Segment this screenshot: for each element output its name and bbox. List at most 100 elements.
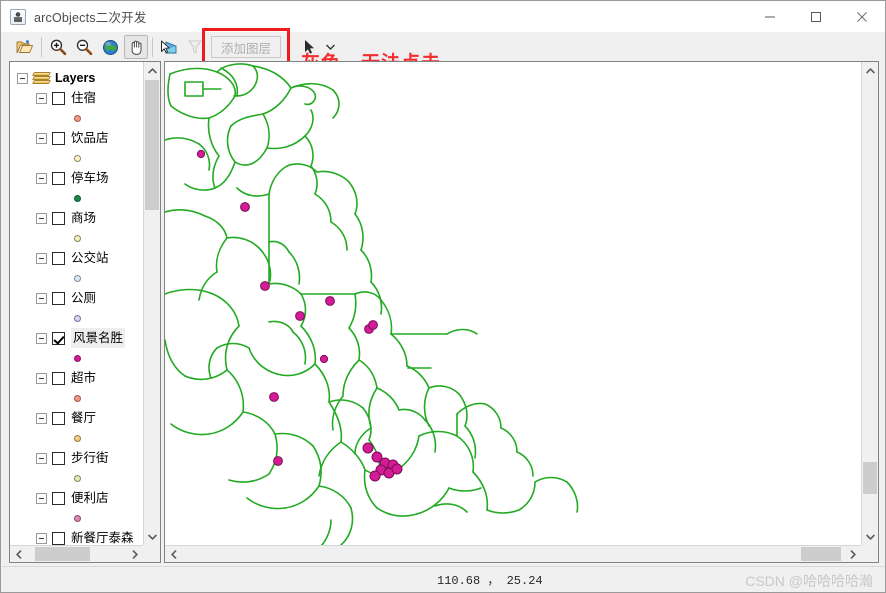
expander-icon[interactable] (36, 372, 47, 384)
window-title: arcObjects二次开发 (34, 11, 147, 25)
map-panel (164, 61, 879, 563)
layer-visibility-checkbox[interactable] (52, 211, 65, 225)
layer-visibility-checkbox[interactable] (52, 331, 65, 345)
toolbar-separator (152, 37, 153, 57)
layer-symbol-row (14, 308, 143, 328)
tree-node-layer[interactable]: 便利店 (14, 488, 143, 508)
tree-node-layer[interactable]: 餐厅 (14, 408, 143, 428)
map-vertical-scroll-thumb[interactable] (863, 462, 877, 494)
layer-symbol-swatch[interactable] (74, 434, 81, 442)
layer-visibility-checkbox[interactable] (52, 371, 65, 385)
expander-icon[interactable] (36, 532, 47, 544)
layer-symbol-swatch[interactable] (74, 114, 81, 122)
tree-node-layer[interactable]: 步行街 (14, 448, 143, 468)
close-button[interactable] (839, 1, 885, 32)
layer-symbol-row (14, 188, 143, 208)
layer-symbol-swatch[interactable] (74, 514, 81, 522)
layer-symbol-swatch[interactable] (74, 194, 81, 202)
map-scroll-right-button[interactable] (844, 546, 861, 563)
toc-vertical-scrollbar[interactable] (143, 62, 160, 545)
layer-symbol-row (14, 268, 143, 288)
expander-icon[interactable] (36, 492, 47, 504)
zoom-out-button[interactable] (72, 35, 96, 59)
layer-symbol-swatch[interactable] (74, 474, 81, 482)
layer-label: 新餐厅泰森 (71, 531, 134, 545)
layer-visibility-checkbox[interactable] (52, 531, 65, 545)
add-layer-container: 添加图层 (202, 28, 291, 66)
tree-node-layer[interactable]: 公厕 (14, 288, 143, 308)
select-features-button (183, 35, 207, 59)
window-controls (747, 1, 885, 32)
tree-node-layer[interactable]: 超市 (14, 368, 143, 388)
pan-button[interactable] (124, 35, 148, 59)
toc-horizontal-scrollbar[interactable] (10, 545, 143, 562)
toc-scrollbar-corner (143, 545, 160, 562)
toc-scroll-left-button[interactable] (10, 546, 27, 563)
layer-symbol-swatch[interactable] (74, 234, 81, 242)
layer-visibility-checkbox[interactable] (52, 491, 65, 505)
expander-icon[interactable] (36, 292, 47, 304)
toc-scroll-up-button[interactable] (144, 62, 161, 79)
csdn-watermark: CSDN @哈哈哈哈瀚 (745, 573, 873, 589)
expander-icon[interactable] (36, 212, 47, 224)
layer-symbol-swatch[interactable] (74, 274, 81, 282)
layer-visibility-checkbox[interactable] (52, 131, 65, 145)
layer-visibility-checkbox[interactable] (52, 411, 65, 425)
layer-symbol-swatch[interactable] (74, 354, 81, 362)
expander-icon[interactable] (36, 132, 47, 144)
toc-horizontal-scroll-thumb[interactable] (35, 547, 90, 561)
layer-label: 风景名胜 (71, 328, 126, 348)
tree-node-layer[interactable]: 公交站 (14, 248, 143, 268)
map-scroll-up-button[interactable] (862, 62, 879, 79)
expander-icon[interactable] (17, 72, 28, 84)
layer-visibility-checkbox[interactable] (52, 451, 65, 465)
tree-node-layer[interactable]: 饮品店 (14, 128, 143, 148)
layer-symbol-swatch[interactable] (74, 314, 81, 322)
tree-root-label: Layers (55, 71, 96, 85)
layer-label: 饮品店 (71, 131, 109, 145)
layer-tree: Layers 住宿饮品店停车场商场公交站公厕风景名胜超市餐厅步行街便利店新餐厅泰… (10, 62, 143, 545)
layer-label: 住宿 (71, 91, 97, 105)
identify-button[interactable] (157, 35, 181, 59)
layer-visibility-checkbox[interactable] (52, 291, 65, 305)
expander-icon[interactable] (36, 452, 47, 464)
layer-symbol-swatch[interactable] (74, 154, 81, 162)
map-scroll-down-button[interactable] (862, 528, 879, 545)
tree-node-layer[interactable]: 风景名胜 (14, 328, 143, 348)
zoom-in-button[interactable] (46, 35, 70, 59)
layer-visibility-checkbox[interactable] (52, 171, 65, 185)
layer-label: 停车场 (71, 171, 109, 185)
layer-label: 步行街 (71, 451, 109, 465)
open-folder-button[interactable] (13, 35, 37, 59)
layer-symbol-row (14, 108, 143, 128)
layer-label: 餐厅 (71, 411, 97, 425)
expander-icon[interactable] (36, 332, 47, 344)
map-horizontal-scrollbar[interactable] (165, 545, 861, 562)
map-horizontal-scroll-thumb[interactable] (801, 547, 841, 561)
toc-scroll-down-button[interactable] (144, 528, 161, 545)
map-canvas[interactable] (165, 62, 861, 545)
expander-icon[interactable] (36, 92, 47, 104)
expander-icon[interactable] (36, 172, 47, 184)
layer-label: 公交站 (71, 251, 109, 265)
map-vertical-scrollbar[interactable] (861, 62, 878, 545)
tree-node-layer[interactable]: 停车场 (14, 168, 143, 188)
status-bar: 110.68 ， 25.24 CSDN @哈哈哈哈瀚 (2, 566, 885, 591)
tree-node-layer[interactable]: 住宿 (14, 88, 143, 108)
layer-symbol-swatch[interactable] (74, 394, 81, 402)
maximize-button[interactable] (793, 1, 839, 32)
toc-scroll-right-button[interactable] (126, 546, 143, 563)
layer-visibility-checkbox[interactable] (52, 251, 65, 265)
toc-vertical-scroll-thumb[interactable] (145, 80, 159, 210)
layer-label: 便利店 (71, 491, 109, 505)
map-scroll-left-button[interactable] (165, 546, 182, 563)
tree-node-layers-root[interactable]: Layers (14, 68, 143, 88)
expander-icon[interactable] (36, 252, 47, 264)
expander-icon[interactable] (36, 412, 47, 424)
full-extent-button[interactable] (98, 35, 122, 59)
layer-visibility-checkbox[interactable] (52, 91, 65, 105)
minimize-button[interactable] (747, 1, 793, 32)
layer-label: 商场 (71, 211, 97, 225)
tree-node-layer[interactable]: 商场 (14, 208, 143, 228)
tree-node-layer[interactable]: 新餐厅泰森 (14, 528, 143, 545)
